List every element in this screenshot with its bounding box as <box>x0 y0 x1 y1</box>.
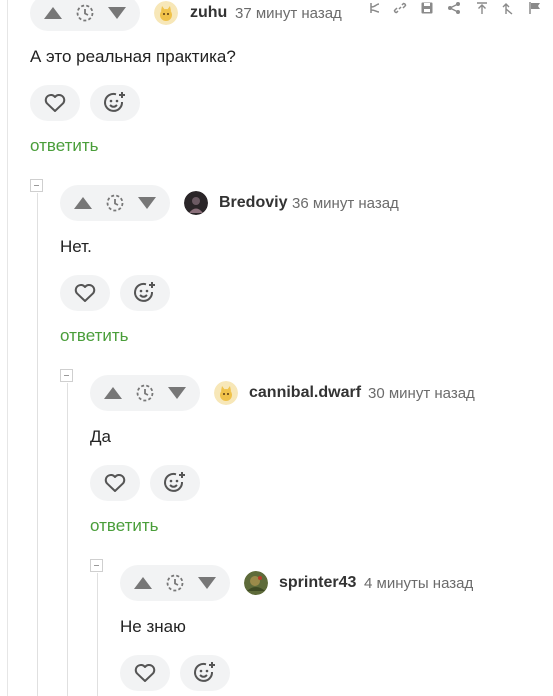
like-button[interactable] <box>90 465 140 501</box>
heart-icon <box>74 284 96 302</box>
username[interactable]: sprinter43 <box>279 574 356 592</box>
arrow-up-icon[interactable] <box>68 185 98 221</box>
heart-icon <box>134 664 156 682</box>
comment-header: cannibal.dwarf 30 минут назад <box>90 375 550 411</box>
save-icon[interactable] <box>418 0 436 17</box>
collapse-toggle[interactable] <box>90 559 103 572</box>
smile-plus-icon <box>104 92 125 112</box>
flag-icon[interactable] <box>526 0 544 17</box>
arrow-down-icon[interactable] <box>132 185 162 221</box>
reaction-button[interactable] <box>120 275 170 311</box>
like-button[interactable] <box>60 275 110 311</box>
arrow-up-icon[interactable] <box>128 565 158 601</box>
link-icon[interactable] <box>391 0 409 17</box>
comment-text: Не знаю <box>120 617 186 636</box>
comment: sprinter43 4 минуты назад Не знаю <box>120 565 550 696</box>
reply-link[interactable]: ответить <box>30 136 99 156</box>
username[interactable]: Bredoviy <box>219 194 287 212</box>
share-icon[interactable] <box>445 0 463 17</box>
to-parent-icon[interactable] <box>499 0 517 17</box>
heart-icon <box>104 474 126 492</box>
timestamp[interactable]: 36 минут назад <box>292 195 399 212</box>
vote-control <box>90 375 200 411</box>
vote-control <box>120 565 230 601</box>
collapse-toggle[interactable] <box>60 369 73 382</box>
arrow-down-icon[interactable] <box>102 0 132 31</box>
collapse-toggle[interactable] <box>30 179 43 192</box>
comment-header: Bredoviy 36 минут назад <box>60 185 550 221</box>
clock-dashed-icon[interactable] <box>160 565 190 601</box>
comment: zuhu 37 минут назад А это реальная практ… <box>30 0 553 160</box>
vote-control <box>60 185 170 221</box>
avatar[interactable] <box>154 1 178 25</box>
heart-icon <box>44 94 66 112</box>
avatar[interactable] <box>184 191 208 215</box>
comment-text: Нет. <box>60 237 92 256</box>
clock-dashed-icon[interactable] <box>100 185 130 221</box>
reaction-button[interactable] <box>150 465 200 501</box>
arrow-up-icon[interactable] <box>38 0 68 31</box>
timestamp[interactable]: 4 минуты назад <box>364 575 473 592</box>
to-top-icon[interactable] <box>473 0 491 17</box>
thread-line <box>67 383 68 696</box>
reply-link[interactable]: ответить <box>90 516 159 536</box>
clock-dashed-icon[interactable] <box>70 0 100 31</box>
like-button[interactable] <box>120 655 170 691</box>
timestamp[interactable]: 37 минут назад <box>235 5 342 22</box>
thread-line <box>37 193 38 696</box>
comment-header: sprinter43 4 минуты назад <box>120 565 550 601</box>
timestamp[interactable]: 30 минут назад <box>368 385 475 402</box>
smile-plus-icon <box>164 472 185 492</box>
branch-icon[interactable] <box>366 0 384 17</box>
comment: cannibal.dwarf 30 минут назад Да ответит… <box>90 375 550 540</box>
like-button[interactable] <box>30 85 80 121</box>
comment: Bredoviy 36 минут назад Нет. ответить <box>60 185 550 350</box>
thread-line <box>97 573 98 696</box>
avatar[interactable] <box>214 381 238 405</box>
smile-plus-icon <box>194 662 215 682</box>
comment-header: zuhu 37 минут назад <box>30 0 553 31</box>
root-thread-line <box>7 0 8 696</box>
clock-dashed-icon[interactable] <box>130 375 160 411</box>
vote-control <box>30 0 140 31</box>
arrow-up-icon[interactable] <box>98 375 128 411</box>
arrow-down-icon[interactable] <box>162 375 192 411</box>
comment-text: А это реальная практика? <box>30 47 236 66</box>
smile-plus-icon <box>134 282 155 302</box>
comment-text: Да <box>90 427 111 446</box>
reply-link[interactable]: ответить <box>60 326 129 346</box>
reaction-button[interactable] <box>180 655 230 691</box>
username[interactable]: cannibal.dwarf <box>249 384 361 402</box>
arrow-down-icon[interactable] <box>192 565 222 601</box>
reaction-button[interactable] <box>90 85 140 121</box>
avatar[interactable] <box>244 571 268 595</box>
username[interactable]: zuhu <box>190 4 227 22</box>
